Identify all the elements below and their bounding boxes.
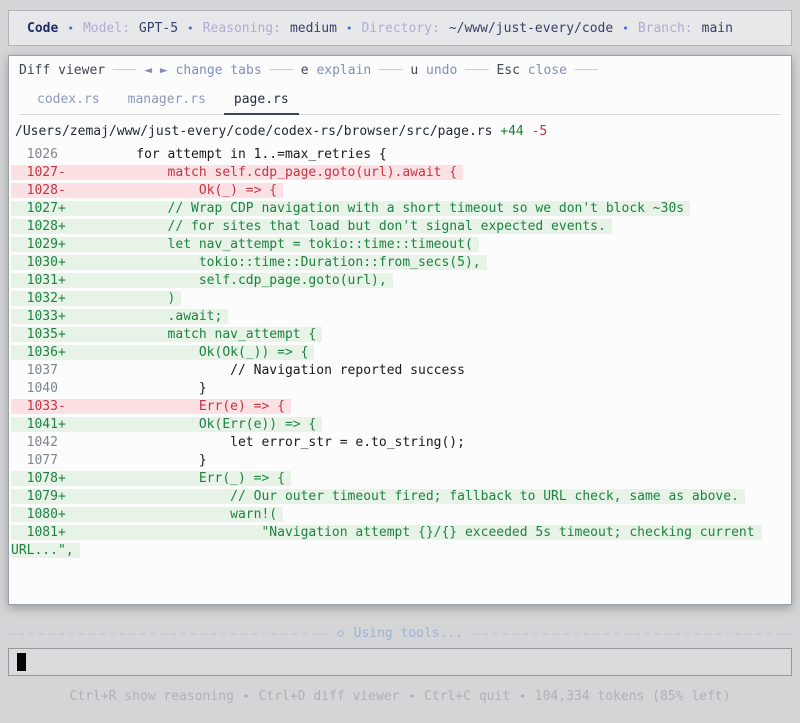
diamond-icon: ◇	[336, 626, 345, 641]
tab-codex.rs[interactable]: codex.rs	[27, 89, 110, 114]
control-label: change tabs	[175, 63, 262, 78]
diff-line: 1028+ // for sites that load but don't s…	[11, 218, 783, 236]
header-value: ~/www/just-every/code	[448, 20, 614, 36]
diff-viewer-title: Diff viewer	[19, 63, 106, 78]
header-value: main	[701, 20, 733, 36]
footer-shortcut: Ctrl+R show reasoning	[69, 689, 234, 704]
header-items: • Model: GPT-5 • Reasoning: medium • Directory:…	[67, 21, 733, 36]
diff-line: 1029+ let nav_attempt = tokio::time::tim…	[11, 236, 783, 254]
diff-line: 1077 }	[11, 453, 207, 468]
diff-line: 1030+ tokio::time::Duration::from_secs(5…	[11, 254, 783, 272]
tab-manager.rs[interactable]: manager.rs	[118, 89, 216, 114]
text-cursor	[17, 653, 26, 671]
control-key: u	[410, 63, 419, 78]
tab-bar: codex.rs manager.rs page.rs	[19, 89, 781, 115]
diff-line: 1026 for attempt in 1..=max_retries {	[11, 147, 387, 162]
footer-shortcut: Ctrl+C quit	[424, 689, 511, 704]
control-label: explain	[316, 63, 372, 78]
bullet-separator-icon: •	[67, 21, 74, 35]
dash-separator: ───	[379, 63, 403, 78]
dash-separator: ───	[465, 63, 489, 78]
deletions-count: -5	[531, 124, 548, 139]
footer-shortcut: Ctrl+D diff viewer	[258, 689, 400, 704]
dashed-rule-right	[472, 632, 792, 635]
additions-count: +44	[500, 124, 524, 139]
header-label: Reasoning:	[202, 20, 281, 36]
bullet-separator-icon: •	[408, 690, 416, 703]
diff-line: 1042 let error_str = e.to_string();	[11, 435, 465, 450]
control-key: Esc	[496, 63, 520, 78]
diff-line: 1036+ Ok(Ok(_)) => {	[11, 344, 783, 362]
file-header: /Users/zemaj/www/just-every/code/codex-r…	[9, 115, 791, 142]
diff-controls: Diff viewer ─── ◄ ► change tabs ─── e ex…	[9, 56, 791, 78]
header-label: Model:	[82, 20, 130, 36]
diff-line: 1031+ self.cdp_page.goto(url),	[11, 272, 783, 290]
control-key: ◄ ►	[144, 63, 168, 78]
diff-line: 1027- match self.cdp_page.goto(url).awai…	[11, 164, 783, 182]
dash-separator: ───	[574, 63, 599, 78]
control-key: e	[300, 63, 309, 78]
header-value: medium	[289, 20, 337, 36]
diff-line: 1032+ )	[11, 290, 783, 308]
bullet-separator-icon: •	[519, 690, 526, 703]
tool-status-text: Using tools...	[353, 626, 464, 641]
bullet-separator-icon: •	[187, 21, 194, 35]
prompt-input[interactable]	[8, 648, 792, 676]
tab-page.rs[interactable]: page.rs	[223, 89, 299, 115]
diff-line: 1027+ // Wrap CDP navigation with a shor…	[11, 200, 783, 218]
diff-viewer-panel: Diff viewer ─── ◄ ► change tabs ─── e ex…	[8, 55, 792, 605]
diff-line: 1081+ "Navigation attempt {}/{} exceeded…	[11, 525, 763, 558]
dashed-rule-left	[8, 632, 328, 635]
control-label: undo	[426, 63, 458, 78]
diff-line: 1079+ // Our outer timeout fired; fallba…	[11, 488, 783, 506]
bullet-separator-icon: •	[345, 21, 353, 35]
header-value: GPT-5	[138, 20, 179, 36]
bullet-separator-icon: •	[622, 21, 629, 35]
file-path: /Users/zemaj/www/just-every/code/codex-r…	[15, 124, 493, 139]
dash-separator: ───	[112, 63, 137, 78]
app-title: Code	[27, 20, 59, 36]
diff-line: 1080+ warn!(	[11, 506, 783, 524]
header-label: Branch:	[637, 20, 693, 36]
diff-line: 1037 // Navigation reported success	[11, 363, 465, 378]
tool-status-line: ◇ Using tools...	[8, 626, 792, 641]
diff-line: 1028- Ok(_) => {	[11, 182, 783, 200]
footer-items: Ctrl+R show reasoning • Ctrl+D diff viewer…	[70, 689, 731, 704]
top-status-bar: Code • Model: GPT-5 • Reasoning: medium • Direc…	[8, 10, 792, 46]
control-label: close	[527, 63, 567, 78]
diff-line: 1040 }	[11, 381, 207, 396]
diff-line: 1033- Err(e) => {	[11, 398, 783, 416]
header-label: Directory:	[361, 20, 440, 36]
diff-lines[interactable]: 1026 for attempt in 1..=max_retries { 10…	[9, 142, 791, 560]
token-usage: 104,334 tokens (85% left)	[534, 689, 731, 704]
diff-line: 1035+ match nav_attempt {	[11, 326, 783, 344]
diff-line: 1041+ Ok(Err(e)) => {	[11, 416, 783, 434]
diff-line: 1078+ Err(_) => {	[11, 470, 783, 488]
diff-line: 1033+ .await;	[11, 308, 783, 326]
footer-hints: Ctrl+R show reasoning • Ctrl+D diff viewer…	[0, 689, 800, 704]
dash-separator: ───	[269, 63, 293, 78]
bullet-separator-icon: •	[242, 690, 250, 703]
